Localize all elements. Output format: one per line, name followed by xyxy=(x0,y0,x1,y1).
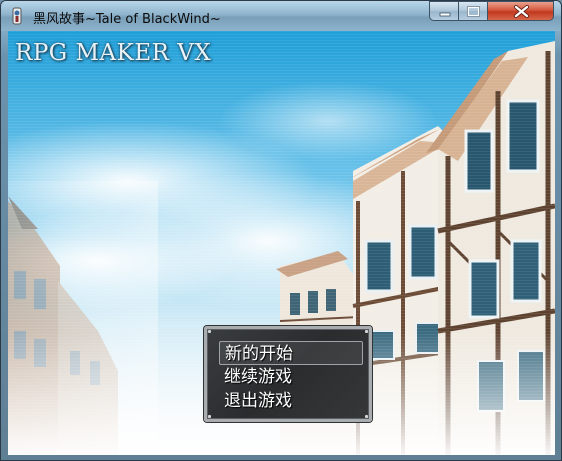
game-window: 黑风故事~Tale of BlackWind~ RPG MAKER VX 新的开… xyxy=(0,0,562,461)
maximize-button[interactable] xyxy=(458,1,488,21)
frame-rivet xyxy=(365,330,368,333)
frame-rivet xyxy=(208,330,211,333)
game-screen[interactable]: RPG MAKER VX 新的开始 继续游戏 退出游戏 xyxy=(8,31,555,455)
title-bar[interactable]: 黑风故事~Tale of BlackWind~ xyxy=(1,1,561,31)
minimize-icon xyxy=(439,12,451,17)
frame-rivet xyxy=(208,415,211,418)
menu-item-new-game[interactable]: 新的开始 xyxy=(219,341,363,365)
close-button[interactable] xyxy=(487,1,554,21)
title-menu: 新的开始 继续游戏 退出游戏 xyxy=(204,326,372,422)
menu-item-exit[interactable]: 退出游戏 xyxy=(219,389,363,413)
close-icon xyxy=(514,5,529,18)
rpg-maker-logo: RPG MAKER VX xyxy=(15,40,212,66)
maximize-icon xyxy=(467,6,480,17)
frame-rivet xyxy=(365,415,368,418)
window-title: 黑风故事~Tale of BlackWind~ xyxy=(33,12,221,27)
rpg-maker-app-icon xyxy=(12,7,22,25)
menu-item-continue[interactable]: 继续游戏 xyxy=(219,365,363,389)
minimize-button[interactable] xyxy=(429,1,459,21)
